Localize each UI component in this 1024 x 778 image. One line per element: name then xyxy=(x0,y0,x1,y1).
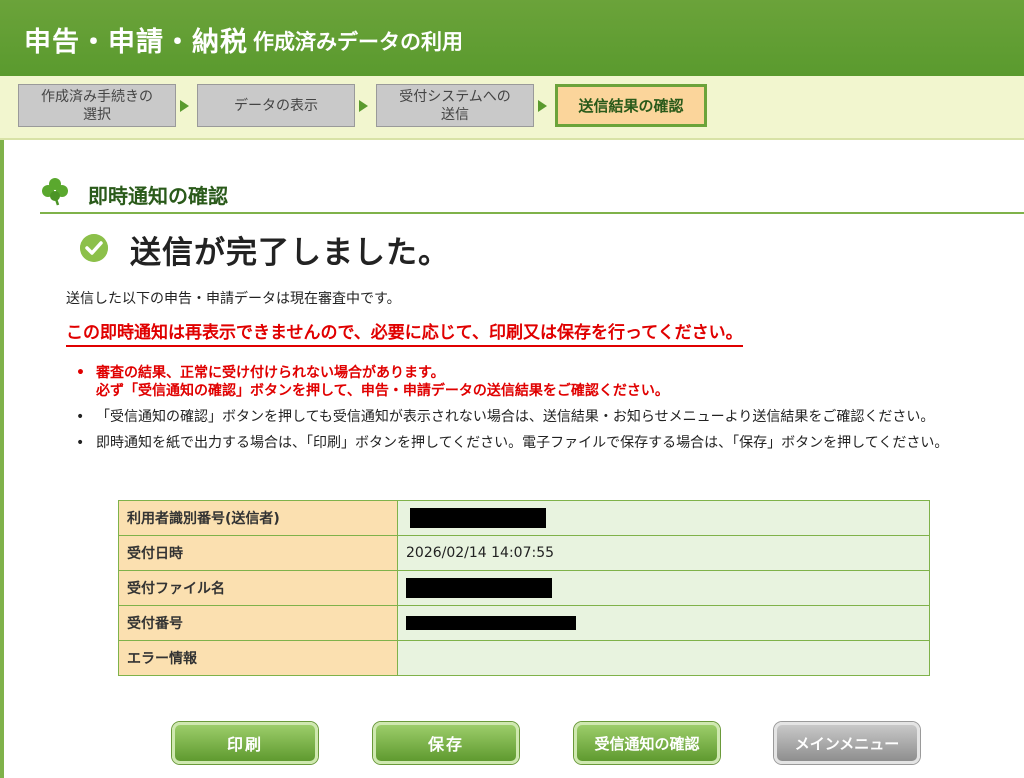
row-value xyxy=(397,500,930,536)
table-row: エラー情報 xyxy=(118,640,930,676)
table-row: 受付番号 xyxy=(118,605,930,641)
redisplay-warning: この即時通知は再表示できませんので、必要に応じて、印刷又は保存を行ってください。 xyxy=(66,318,743,347)
step-label: 送信 xyxy=(441,106,469,123)
redacted-block xyxy=(406,578,552,598)
bullet-dot: • xyxy=(76,365,85,381)
step-label: 作成済み手続きの xyxy=(41,88,153,105)
redacted-block xyxy=(410,508,546,528)
note-red-line1: 審査の結果、正常に受け付けられない場合があります。 xyxy=(96,365,445,381)
print-button[interactable]: 印刷 xyxy=(172,722,318,764)
note-red-line2: 必ず「受信通知の確認」ボタンを押して、申告・申請データの送信結果をご確認ください… xyxy=(96,383,669,399)
triangle-right-icon xyxy=(180,100,189,112)
app-header: 申告・申請・納税 作成済みデータの利用 xyxy=(0,0,1024,76)
step-label: 送信結果の確認 xyxy=(578,96,684,115)
bullet-dot: • xyxy=(76,409,85,425)
triangle-right-icon xyxy=(359,100,368,112)
section-title: 即時通知の確認 xyxy=(88,184,228,208)
save-button[interactable]: 保存 xyxy=(373,722,519,764)
step-confirm-result: 送信結果の確認 xyxy=(555,84,707,127)
row-label: 受付ファイル名 xyxy=(118,570,398,606)
redacted-block xyxy=(406,616,576,630)
row-label: 受付日時 xyxy=(118,535,398,571)
row-value xyxy=(397,605,930,641)
result-description: 送信した以下の申告・申請データは現在審査中です。 xyxy=(66,291,401,307)
checkmark-circle-icon xyxy=(80,234,108,262)
row-value: 2026/02/14 14:07:55 xyxy=(397,535,930,571)
triangle-right-icon xyxy=(538,100,547,112)
row-label: エラー情報 xyxy=(118,640,398,676)
row-label: 利用者識別番号(送信者) xyxy=(118,500,398,536)
step-label: データの表示 xyxy=(234,97,318,114)
confirm-receipt-button[interactable]: 受信通知の確認 xyxy=(574,722,720,764)
receipt-info-table: 利用者識別番号(送信者) 受付日時 2026/02/14 14:07:55 受付… xyxy=(118,500,930,676)
list-item: • 即時通知を紙で出力する場合は、「印刷」ボタンを押してください。電子ファイルで… xyxy=(76,434,1016,452)
section-heading: 即時通知の確認 xyxy=(40,176,1024,214)
result-title: 送信が完了しました。 xyxy=(130,235,450,271)
note-text: 即時通知を紙で出力する場合は、「印刷」ボタンを押してください。電子ファイルで保存… xyxy=(96,435,949,451)
row-label: 受付番号 xyxy=(118,605,398,641)
table-row: 受付日時 2026/02/14 14:07:55 xyxy=(118,535,930,571)
row-value xyxy=(397,640,930,676)
note-text: 「受信通知の確認」ボタンを押しても受信通知が表示されない場合は、送信結果・お知ら… xyxy=(96,409,935,425)
list-item: • 「受信通知の確認」ボタンを押しても受信通知が表示されない場合は、送信結果・お… xyxy=(76,408,1016,426)
table-row: 利用者識別番号(送信者) xyxy=(118,500,930,536)
step-show-data: データの表示 xyxy=(197,84,355,127)
table-row: 受付ファイル名 xyxy=(118,570,930,606)
step-send-to-system: 受付システムへの 送信 xyxy=(376,84,534,127)
row-value xyxy=(397,570,930,606)
step-select-procedure: 作成済み手続きの 選択 xyxy=(18,84,176,127)
main-menu-button[interactable]: メインメニュー xyxy=(774,722,920,764)
clover-icon xyxy=(42,178,68,206)
header-title: 申告・申請・納税 xyxy=(24,27,248,58)
list-item: • 審査の結果、正常に受け付けられない場合があります。 必ず「受信通知の確認」ボ… xyxy=(76,364,1016,400)
step-label: 受付システムへの xyxy=(399,88,511,105)
step-progress-bar: 作成済み手続きの 選択 データの表示 受付システムへの 送信 送信結果の確認 xyxy=(0,76,1024,140)
bullet-dot: • xyxy=(76,435,85,451)
notes-list: • 審査の結果、正常に受け付けられない場合があります。 必ず「受信通知の確認」ボ… xyxy=(76,364,1016,460)
header-subtitle: 作成済みデータの利用 xyxy=(253,30,463,54)
step-label: 選択 xyxy=(83,106,111,123)
